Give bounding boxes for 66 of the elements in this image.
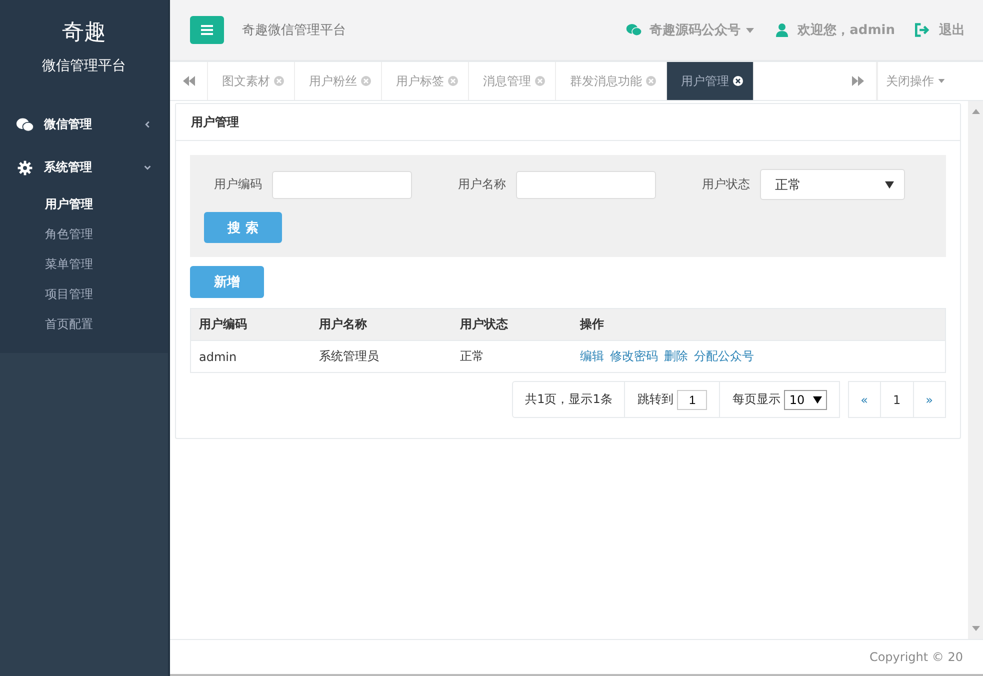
double-right-icon bbox=[852, 76, 864, 86]
close-icon[interactable] bbox=[733, 76, 743, 86]
jump-label: 跳转到 bbox=[637, 391, 674, 408]
account-dropdown[interactable]: 奇趣源码公众号 bbox=[650, 21, 754, 39]
scroll-up-icon[interactable] bbox=[972, 109, 980, 114]
action-link[interactable]: 删除 bbox=[664, 348, 688, 365]
panel-title: 用户管理 bbox=[176, 104, 960, 141]
filter-label: 用户编码 bbox=[214, 176, 262, 193]
per-page-select[interactable]: 10 bbox=[784, 390, 827, 410]
next-page-button[interactable]: » bbox=[914, 381, 946, 418]
sidebar-group[interactable]: 系统管理 bbox=[0, 146, 168, 189]
page-tab[interactable]: 消息管理 bbox=[469, 62, 556, 100]
filter-label: 用户状态 bbox=[702, 176, 750, 193]
chevron-down-icon bbox=[143, 163, 152, 172]
chat-bubbles-icon bbox=[626, 23, 642, 37]
sign-out-icon bbox=[915, 23, 931, 37]
table-cell: 正常 bbox=[452, 340, 572, 372]
column-header: 用户编码 bbox=[190, 308, 311, 340]
dropdown-arrow-icon bbox=[885, 180, 894, 188]
logout-link[interactable]: 退出 bbox=[939, 21, 965, 39]
column-header: 用户名称 bbox=[311, 308, 452, 340]
add-button[interactable]: 新增 bbox=[190, 266, 264, 298]
page-tab[interactable]: 图文素材 bbox=[208, 62, 295, 100]
gear-icon bbox=[16, 160, 34, 176]
action-link[interactable]: 分配公众号 bbox=[694, 348, 754, 365]
copyright-text: Copyright © 20 bbox=[869, 650, 963, 664]
scroll-down-icon[interactable] bbox=[972, 626, 980, 631]
page-summary: 共1页，显示1条 bbox=[512, 381, 626, 418]
sidebar-item[interactable]: 首页配置 bbox=[0, 309, 168, 339]
filter-label: 用户名称 bbox=[458, 176, 506, 193]
chevron-left-icon bbox=[143, 120, 152, 129]
action-link[interactable]: 编辑 bbox=[580, 348, 604, 365]
page-tab[interactable]: 用户管理 bbox=[667, 62, 754, 100]
input-field[interactable] bbox=[272, 170, 412, 198]
sidebar-item[interactable]: 项目管理 bbox=[0, 279, 168, 309]
scrollbar[interactable] bbox=[968, 101, 983, 639]
column-header: 用户状态 bbox=[452, 308, 572, 340]
double-left-icon bbox=[182, 76, 194, 86]
status-select[interactable]: 正常 bbox=[760, 169, 905, 200]
menu-toggle-button[interactable] bbox=[190, 16, 224, 44]
dropdown-arrow-icon bbox=[812, 396, 822, 404]
input-field[interactable] bbox=[516, 170, 656, 198]
sidebar-group[interactable]: 微信管理 bbox=[0, 103, 168, 146]
menu-icon bbox=[201, 25, 213, 35]
chat-bubbles-icon bbox=[16, 116, 34, 132]
welcome-text: 欢迎您，admin bbox=[798, 22, 895, 39]
per-page-label: 每页显示 bbox=[732, 391, 780, 408]
logo-text: 奇趣 bbox=[61, 19, 107, 47]
column-header: 操作 bbox=[572, 308, 946, 340]
previous-page-button[interactable]: « bbox=[848, 381, 882, 418]
caret-icon bbox=[746, 28, 754, 32]
sidebar-item[interactable]: 用户管理 bbox=[0, 189, 168, 219]
user-icon bbox=[774, 23, 790, 37]
table-cell: 系统管理员 bbox=[311, 340, 452, 372]
page-tab[interactable]: 用户粉丝 bbox=[295, 62, 382, 100]
page-jump-field[interactable]: 1 bbox=[677, 390, 708, 410]
action-link[interactable]: 修改密码 bbox=[610, 348, 658, 365]
sidebar-item[interactable]: 菜单管理 bbox=[0, 249, 168, 279]
search-button[interactable]: 搜 索 bbox=[204, 212, 282, 243]
page-tab[interactable]: 用户标签 bbox=[382, 62, 469, 100]
caret-icon bbox=[938, 79, 945, 83]
table-cell: admin bbox=[190, 340, 311, 372]
header-title: 奇趣微信管理平台 bbox=[242, 22, 346, 39]
platform-subtitle: 微信管理平台 bbox=[41, 57, 127, 75]
sidebar-item[interactable]: 角色管理 bbox=[0, 219, 168, 249]
page-number-button[interactable]: 1 bbox=[881, 381, 914, 418]
